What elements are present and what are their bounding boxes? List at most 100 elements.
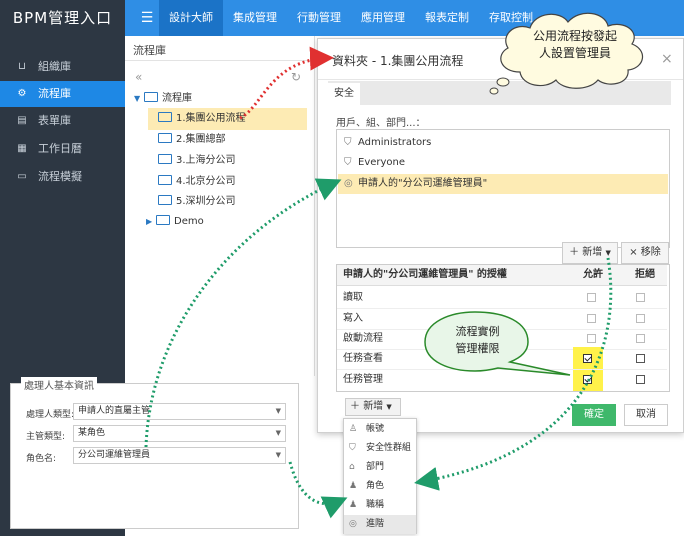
close-icon[interactable]: × [661,51,673,67]
handler-type-select[interactable]: 申請人的直屬主管 ▼ [73,403,286,420]
sidebar-item-org[interactable]: ⊔ 組織庫 [0,54,125,80]
tab-security[interactable]: 安全 [328,83,360,105]
nav-mobile[interactable]: 行動管理 [287,0,351,36]
role-name-select[interactable]: 分公司運維管理員 ▼ [73,447,286,464]
sidebar-item-label: 流程模擬 [38,170,82,183]
menu-item-label: 職稱 [366,500,385,510]
chevron-down-icon: ▼ [275,407,281,415]
tree-node-5[interactable]: 5.深圳分公司 [158,192,236,212]
sidebar-item-flow[interactable]: ⚙ 流程庫 [0,81,125,107]
tree-node-3[interactable]: 3.上海分公司 [158,151,236,171]
tree-node-4[interactable]: 4.北京分公司 [158,172,236,192]
org-icon: ⊔ [18,61,26,72]
confirm-button[interactable]: 確定 [572,404,616,426]
nav-report[interactable]: 報表定制 [415,0,479,36]
menu-item-role[interactable]: ♟ 角色 [344,477,416,496]
menu-item-account[interactable]: ♙ 帳號 [344,420,416,439]
menu-item-department[interactable]: ⌂ 部門 [344,458,416,477]
new-dropdown-button[interactable]: ＋ 新增 ▼ [345,398,401,416]
plus-icon: ＋ [569,247,580,258]
shield-icon: ⛉ [344,137,352,148]
dialog-title: 資料夾 - 1.集團公用流程 [332,54,464,68]
sidebar-item-label: 流程庫 [38,87,71,100]
sidebar-item-label: 工作日曆 [38,142,82,155]
permission-name: 啟動流程 [343,333,383,344]
remove-user-button[interactable]: × 移除 [621,242,669,264]
callout-line: 公用流程按發起 [532,29,617,43]
divider [318,79,683,80]
new-label: 新增 [363,401,384,412]
cloud-callout-text: 公用流程按發起 人設置管理員 [518,28,632,62]
user-label: Administrators [358,137,432,148]
menu-item-label: 帳號 [366,424,385,434]
allow-checkbox[interactable] [587,314,596,323]
user-label: Everyone [358,157,406,168]
callout-line: 管理權限 [455,342,500,355]
deny-checkbox[interactable] [636,293,645,302]
permission-name: 讀取 [343,292,363,303]
deny-checkbox[interactable] [636,354,645,363]
deny-checkbox[interactable] [636,334,645,343]
shield-icon: ⛉ [349,443,356,453]
remove-label: 移除 [640,247,661,258]
deny-checkbox[interactable] [636,375,645,384]
tree-node-1[interactable]: 1.集團公用流程 [158,109,246,129]
permission-header: 申請人的"分公司運維管理員" 的授權 允許 拒絕 [337,265,667,286]
refresh-icon[interactable]: ↻ [291,70,301,84]
permission-name: 任務管理 [343,374,383,385]
chevron-down-icon: ▼ [605,249,611,257]
menu-item-label: 部門 [366,462,385,472]
allow-checkbox[interactable] [587,293,596,302]
tree-node-label: 流程庫 [162,93,192,104]
sidebar-item-simulation[interactable]: ▭ 流程模擬 [0,164,125,190]
tree-node-label: 1.集團公用流程 [176,113,246,124]
select-value: 某角色 [78,428,106,438]
permission-row-task-manage: 任務管理 [337,370,667,390]
folder-icon [156,215,170,225]
field-label: 處理人類型: [26,410,75,420]
menu-item-label: 角色 [366,481,385,491]
menu-icon[interactable]: ☰ [135,0,159,36]
divider [125,60,315,61]
permission-name: 寫入 [343,313,363,324]
nav-design-master[interactable]: 設計大師 [159,0,223,36]
menu-item-title[interactable]: ♟ 職稱 [344,496,416,515]
cancel-button[interactable]: 取消 [624,404,668,426]
allow-checkbox[interactable] [587,334,596,343]
menu-item-label: 安全性群組 [366,443,412,453]
manager-type-select[interactable]: 某角色 ▼ [73,425,286,442]
allow-checkbox[interactable] [583,375,592,384]
menu-item-advanced[interactable]: ◎ 進階 [344,515,416,534]
menu-item-label: 進階 [366,519,385,529]
tree-node-root[interactable]: ▼ 流程庫 [134,89,192,109]
monitor-icon: ▭ [17,171,27,182]
user-icon: ♙ [349,424,358,434]
collapse-icon[interactable]: « [135,70,142,84]
nav-application[interactable]: 應用管理 [351,0,415,36]
tree-node-label: Demo [174,216,204,227]
permission-name: 任務查看 [343,353,383,364]
tree-node-2[interactable]: 2.集團總部 [158,130,226,150]
shield-icon: ⛉ [344,157,352,168]
tree-node-demo[interactable]: ▶ Demo [146,212,204,232]
sidebar-item-calendar[interactable]: ▦ 工作日曆 [0,136,125,162]
tree-node-label: 3.上海分公司 [176,155,236,166]
deny-checkbox[interactable] [636,314,645,323]
folder-icon [158,154,172,164]
callout-line: 人設置管理員 [538,46,611,60]
user-row-branch-admin[interactable]: ◎ 申請人的"分公司運維管理員" [338,174,668,194]
sidebar-item-form[interactable]: ▤ 表單庫 [0,108,125,134]
caret-right-icon: ▶ [146,217,153,226]
caret-down-icon: ▼ [386,403,392,411]
handler-info-panel: 處理人基本資訊 處理人類型: 申請人的直屬主管 ▼ 主管類型: 某角色 ▼ 角色名:… [10,377,299,529]
nav-integration[interactable]: 集成管理 [223,0,287,36]
menu-item-security-group[interactable]: ⛉ 安全性群組 [344,439,416,458]
folder-icon [158,175,172,185]
allow-checkbox[interactable] [583,354,592,363]
field-label: 角色名: [26,454,57,464]
user-row-everyone[interactable]: ⛉ Everyone [338,153,668,173]
add-user-button[interactable]: ＋ 新增 ▼ [562,242,618,264]
user-row-administrators[interactable]: ⛉ Administrators [338,133,668,153]
role-icon: ♟ [349,481,358,491]
field-label: 主管類型: [26,432,66,442]
